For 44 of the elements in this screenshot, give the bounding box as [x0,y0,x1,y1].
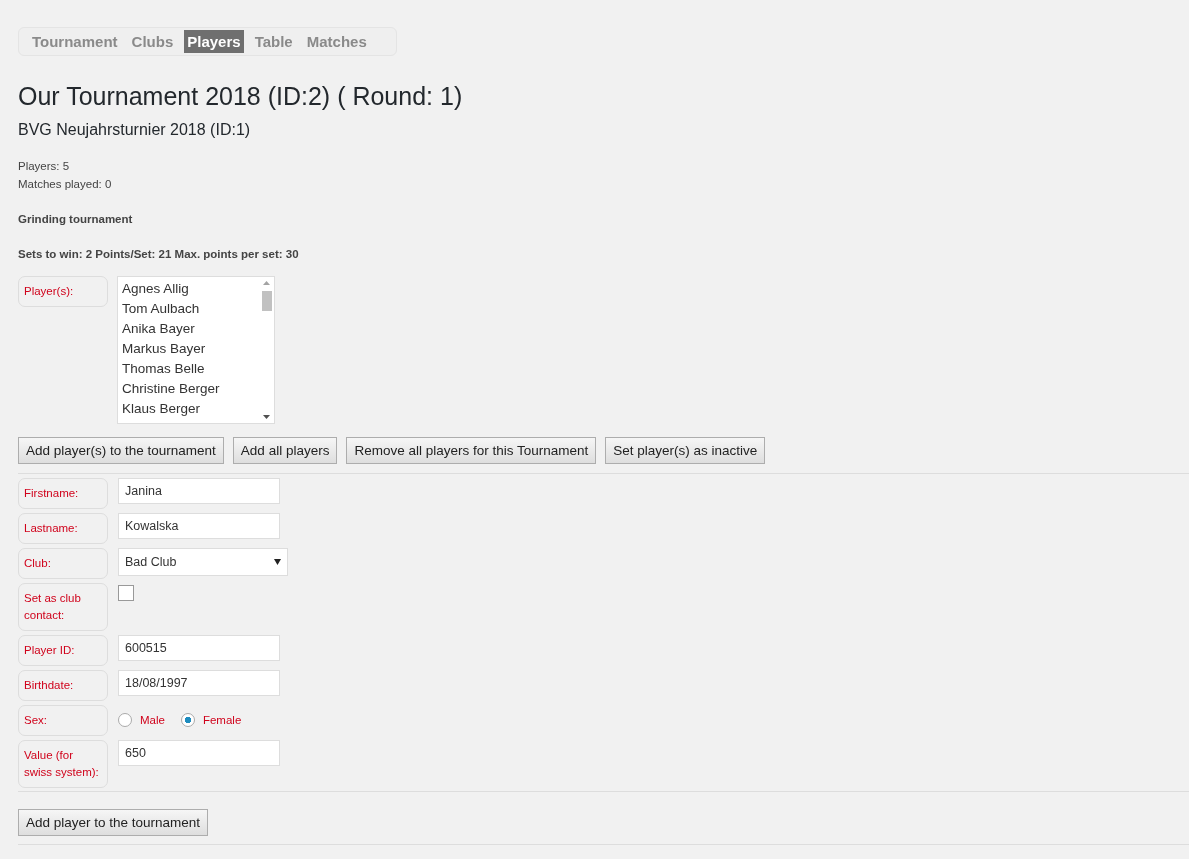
settings-text: Sets to win: 2 Points/Set: 21 Max. points per set: 30 [18,247,300,262]
input-field[interactable]: 650 [118,740,280,766]
field-label: Club: [18,548,108,579]
tournament-subtitle: BVG Neujahrsturnier 2018 (ID:1) [18,121,252,139]
player-listbox[interactable]: Agnes Allig Tom Aulbach Anika Bayer Markus Bayer Thomas Belle Christine Berger Klaus Berger [117,276,275,424]
radio-button[interactable] [180,713,195,727]
list-item[interactable]: Markus Bayer [122,339,255,359]
field-label: Birthdate: [18,670,108,701]
action-button[interactable]: Set player(s) as inactive [605,437,766,464]
page-title: Our Tournament 2018 (ID:2) ( Round: 1) [18,82,464,111]
field-label: Firstname: [18,478,108,509]
radio-label[interactable]: Female [202,714,242,726]
action-button[interactable]: Add player(s) to the tournament [18,437,224,464]
tab[interactable]: Players [184,30,244,53]
field-label: Player(s): [18,276,108,307]
stat-text: Players: 5 [18,159,71,174]
input-field[interactable]: 600515 [118,635,280,661]
list-item[interactable]: Anika Bayer [122,319,255,339]
mode-text: Grinding tournament [18,212,134,227]
scroll-up-icon[interactable] [263,281,270,285]
list-item[interactable]: Tom Aulbach [122,299,255,319]
field-label: Lastname: [18,513,108,544]
field-label: Player ID: [18,635,108,666]
action-button[interactable]: Add all players [232,437,338,464]
field-label: Sex: [18,705,108,736]
input-field[interactable]: 18/08/1997 [118,670,280,696]
radio-label[interactable]: Male [140,714,165,726]
list-item[interactable]: Thomas Belle [122,359,255,379]
input-field[interactable]: Kowalska [118,513,280,539]
stat-text: Matches played: 0 [18,177,113,192]
checkbox[interactable] [118,585,134,601]
radio-button[interactable] [118,713,132,727]
field-label: Value (for swiss system): [18,740,108,788]
field-label: Set as club contact: [18,583,108,631]
scrollbar-thumb[interactable] [261,291,272,311]
list-item[interactable]: Agnes Allig [122,279,255,299]
caret-icon [274,559,281,565]
input-field[interactable]: Janina [118,478,280,504]
action-button[interactable]: Remove all players for this Tournament [346,437,597,464]
club-dropdown[interactable]: Bad Club [118,548,288,576]
list-item[interactable]: Christine Berger [122,379,255,399]
add-player-button[interactable]: Add player to the tournament [18,809,209,836]
scroll-down-icon[interactable] [263,415,270,419]
list-item[interactable]: Klaus Berger [122,399,255,419]
